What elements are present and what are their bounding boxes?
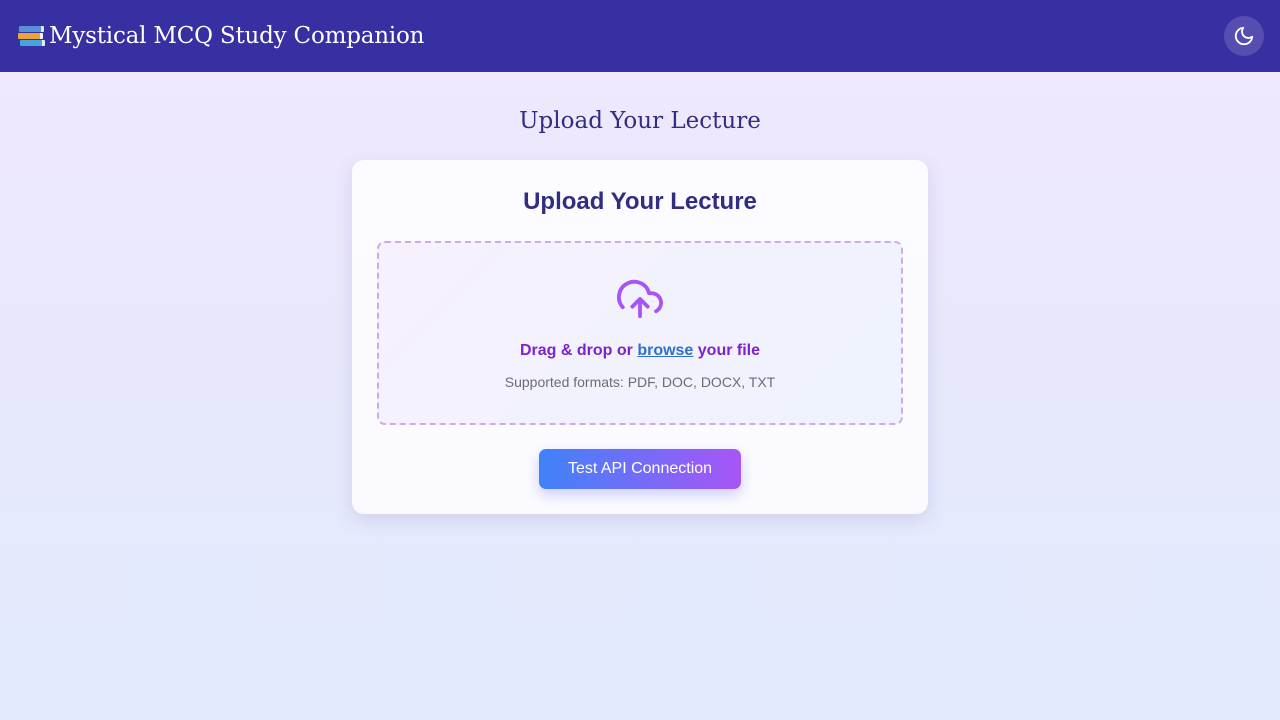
cloud-upload-icon: [617, 279, 663, 319]
test-api-connection-button[interactable]: Test API Connection: [539, 449, 741, 489]
dropzone-prompt-suffix: your file: [693, 342, 761, 359]
upload-card-title: Upload Your Lecture: [523, 188, 757, 215]
theme-toggle-button[interactable]: [1224, 16, 1264, 56]
browse-link[interactable]: browse: [637, 342, 693, 359]
file-dropzone[interactable]: [377, 241, 903, 425]
supported-formats-text: Supported formats: PDF, DOC, DOCX, TXT: [504, 374, 776, 390]
app-header: Mystical MCQ Study Companion: [0, 0, 1280, 72]
dropzone-prompt-prefix: Drag & drop or: [519, 342, 638, 359]
brand: Mystical MCQ Study Companion: [18, 20, 424, 52]
page-title: Upload Your Lecture: [519, 108, 761, 134]
app-title: Mystical MCQ Study Companion: [49, 23, 425, 49]
dropzone-prompt: Drag & drop or browse your file: [0, 340, 1280, 362]
moon-icon: [1234, 26, 1254, 46]
books-icon: [18, 24, 45, 48]
